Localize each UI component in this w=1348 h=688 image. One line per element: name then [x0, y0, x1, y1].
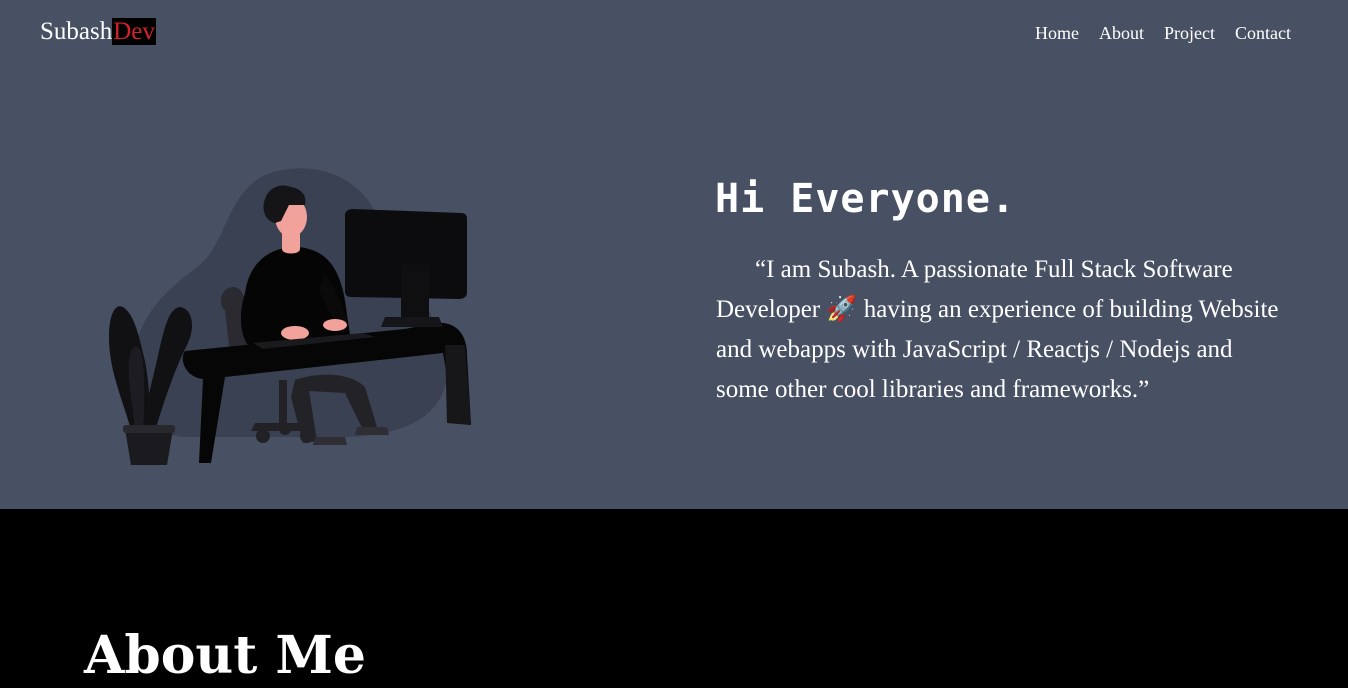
logo-accent-text: Dev: [112, 18, 156, 45]
hero-section: SubashDev Home About Project Contact Hi …: [0, 0, 1348, 509]
hero-intro-text: “I am Subash. A passionate Full Stack So…: [716, 256, 1279, 403]
site-logo[interactable]: SubashDev: [40, 17, 156, 47]
nav-about-link[interactable]: About: [1099, 20, 1144, 46]
nav-project-link[interactable]: Project: [1164, 20, 1215, 46]
developer-at-desk-illustration: [109, 168, 471, 465]
about-heading: About Me: [84, 625, 366, 686]
nav-home-link[interactable]: Home: [1035, 20, 1079, 46]
logo-main-text: Subash: [40, 18, 113, 45]
hero-greeting: Hi Everyone.: [715, 176, 1016, 222]
nav-contact-link[interactable]: Contact: [1235, 20, 1291, 46]
main-nav: Home About Project Contact: [1035, 20, 1291, 46]
